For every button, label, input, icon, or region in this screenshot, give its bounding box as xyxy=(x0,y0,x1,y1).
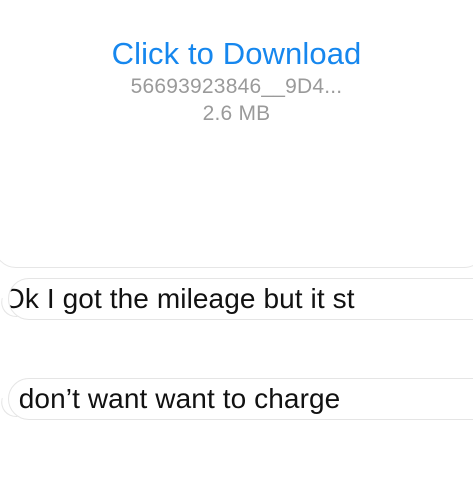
file-attachment-bubble[interactable]: Click to Download 56693923846__9D4... 2.… xyxy=(0,0,473,268)
file-attachment-content: Click to Download 56693923846__9D4... 2.… xyxy=(0,37,473,127)
message-text: Ok I got the mileage but it st xyxy=(8,283,355,314)
message-bubble[interactable]: I don’t want want to charge xyxy=(8,378,473,420)
attachment-file-name: 56693923846__9D4... xyxy=(130,75,343,98)
message-bubble[interactable]: Ok I got the mileage but it st xyxy=(8,278,473,320)
attachment-file-size: 2.6 MB xyxy=(202,102,271,125)
message-text: I don’t want want to charge xyxy=(8,383,341,414)
message-thread: Click to Download 56693923846__9D4... 2.… xyxy=(0,0,473,479)
download-link[interactable]: Click to Download xyxy=(112,37,362,71)
